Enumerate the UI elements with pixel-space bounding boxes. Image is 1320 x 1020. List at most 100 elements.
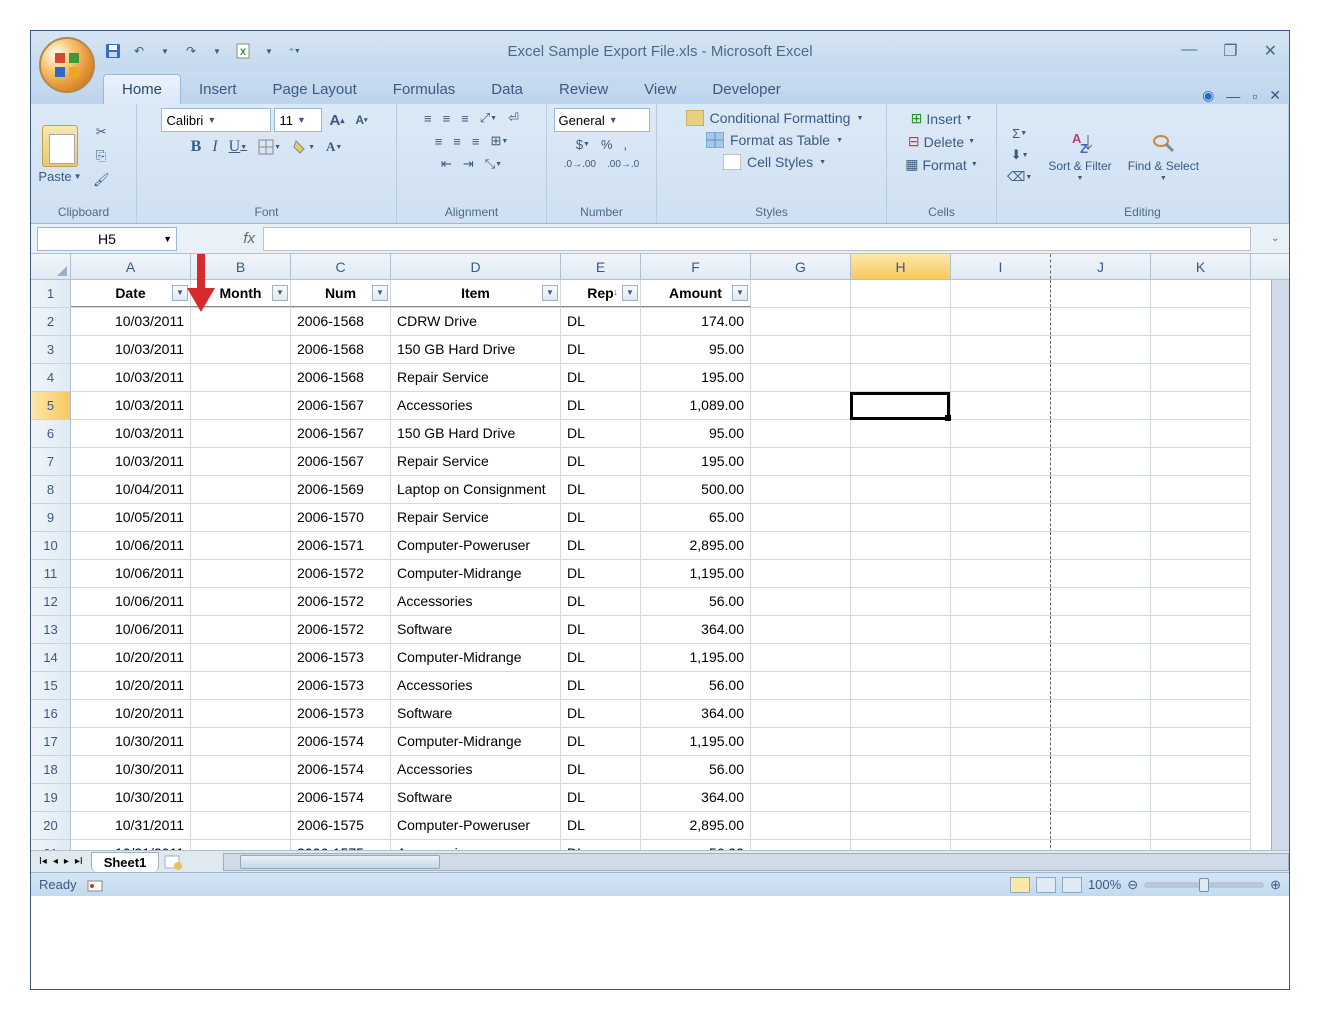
cell-K19[interactable] [1151,784,1251,811]
header-num[interactable]: Num▼ [291,280,391,307]
paste-button[interactable]: Paste ▼ [34,167,85,186]
increase-indent-icon[interactable]: ⇥ [459,154,478,174]
cell-K11[interactable] [1151,560,1251,587]
cell-F20[interactable]: 2,895.00 [641,812,751,839]
cell-J5[interactable] [1051,392,1151,419]
cell-F5[interactable]: 1,089.00 [641,392,751,419]
col-header-F[interactable]: F [641,254,751,279]
number-format-combo[interactable]: General▼ [554,108,650,132]
format-painter-icon[interactable]: 🖌 [89,170,114,190]
cell-I15[interactable] [951,672,1051,699]
col-header-E[interactable]: E [561,254,641,279]
cell-D6[interactable]: 150 GB Hard Drive [391,420,561,447]
cell-B11[interactable] [191,560,291,587]
cell-E12[interactable]: DL [561,588,641,615]
cell-J4[interactable] [1051,364,1151,391]
cell-K6[interactable] [1151,420,1251,447]
cell-J19[interactable] [1051,784,1151,811]
cell-J21[interactable] [1051,840,1151,850]
cell-B4[interactable] [191,364,291,391]
cell-I17[interactable] [951,728,1051,755]
cell-G8[interactable] [751,476,851,503]
cell-H2[interactable] [851,308,951,335]
conditional-formatting-button[interactable]: Conditional Formatting ▼ [682,108,868,128]
cell-G14[interactable] [751,644,851,671]
copy-icon[interactable]: ⎘ [89,146,114,166]
cell-B9[interactable] [191,504,291,531]
cell-K20[interactable] [1151,812,1251,839]
cell-H20[interactable] [851,812,951,839]
header-amount[interactable]: Amount▼ [641,280,751,307]
macro-record-icon[interactable] [87,878,103,892]
page-break-view-icon[interactable] [1062,877,1082,893]
cell-J15[interactable] [1051,672,1151,699]
cell-C15[interactable]: 2006-1573 [291,672,391,699]
align-bottom-icon[interactable]: ≡ [457,109,473,128]
name-box[interactable]: H5▼ [37,227,177,251]
cell-J8[interactable] [1051,476,1151,503]
normal-view-icon[interactable] [1010,877,1030,893]
header-rep[interactable]: Rep▼ [561,280,641,307]
cell-I16[interactable] [951,700,1051,727]
workbook-minimize[interactable]: — [1226,88,1240,104]
cell-G2[interactable] [751,308,851,335]
cell-E17[interactable]: DL [561,728,641,755]
sheet-nav-prev-icon[interactable]: ◂ [51,856,60,867]
paste-icon[interactable] [42,125,78,167]
cell-H18[interactable] [851,756,951,783]
workbook-restore[interactable]: ▫ [1252,88,1257,104]
filter-date-icon[interactable]: ▼ [172,285,188,301]
cell-A17[interactable]: 10/30/2011 [71,728,191,755]
cell-E15[interactable]: DL [561,672,641,699]
cell-F14[interactable]: 1,195.00 [641,644,751,671]
cell-K12[interactable] [1151,588,1251,615]
cell-E6[interactable]: DL [561,420,641,447]
cell-F6[interactable]: 95.00 [641,420,751,447]
cell-D13[interactable]: Software [391,616,561,643]
cell-K3[interactable] [1151,336,1251,363]
cell-A5[interactable]: 10/03/2011 [71,392,191,419]
row-header-9[interactable]: 9 [31,504,71,532]
cell-H8[interactable] [851,476,951,503]
cell-K16[interactable] [1151,700,1251,727]
spreadsheet-grid[interactable]: A B C D E F G H I J K 1 Date▼ Month▼ Num… [31,254,1289,850]
cell-D10[interactable]: Computer-Poweruser [391,532,561,559]
cell-I11[interactable] [951,560,1051,587]
cell-B7[interactable] [191,448,291,475]
cell-K7[interactable] [1151,448,1251,475]
font-size-combo[interactable]: 11▼ [274,108,322,132]
workbook-close[interactable]: ✕ [1269,87,1281,104]
cell-B8[interactable] [191,476,291,503]
cell-F4[interactable]: 195.00 [641,364,751,391]
cell-H4[interactable] [851,364,951,391]
cell-I14[interactable] [951,644,1051,671]
cell-F3[interactable]: 95.00 [641,336,751,363]
row-header-19[interactable]: 19 [31,784,71,812]
format-cells-button[interactable]: ▦Format ▼ [901,154,982,175]
cell-E13[interactable]: DL [561,616,641,643]
decrease-indent-icon[interactable]: ⇤ [437,154,456,174]
cell-I18[interactable] [951,756,1051,783]
zoom-level[interactable]: 100% [1088,877,1121,892]
cut-icon[interactable]: ✂ [89,122,114,142]
cell-B6[interactable] [191,420,291,447]
currency-icon[interactable]: $ ▼ [572,135,594,154]
cell-B19[interactable] [191,784,291,811]
cell-D20[interactable]: Computer-Poweruser [391,812,561,839]
cell-J14[interactable] [1051,644,1151,671]
cell-I10[interactable] [951,532,1051,559]
row-header-3[interactable]: 3 [31,336,71,364]
cell-K17[interactable] [1151,728,1251,755]
row-header-14[interactable]: 14 [31,644,71,672]
cell-F7[interactable]: 195.00 [641,448,751,475]
col-header-C[interactable]: C [291,254,391,279]
cell-F2[interactable]: 174.00 [641,308,751,335]
cell-A8[interactable]: 10/04/2011 [71,476,191,503]
cell-A19[interactable]: 10/30/2011 [71,784,191,811]
cell-B15[interactable] [191,672,291,699]
orientation-icon[interactable]: ⤢▼ [476,108,501,128]
sheet-nav-first-icon[interactable]: І◂ [37,856,49,867]
row-header-12[interactable]: 12 [31,588,71,616]
cell-I9[interactable] [951,504,1051,531]
cell-H17[interactable] [851,728,951,755]
